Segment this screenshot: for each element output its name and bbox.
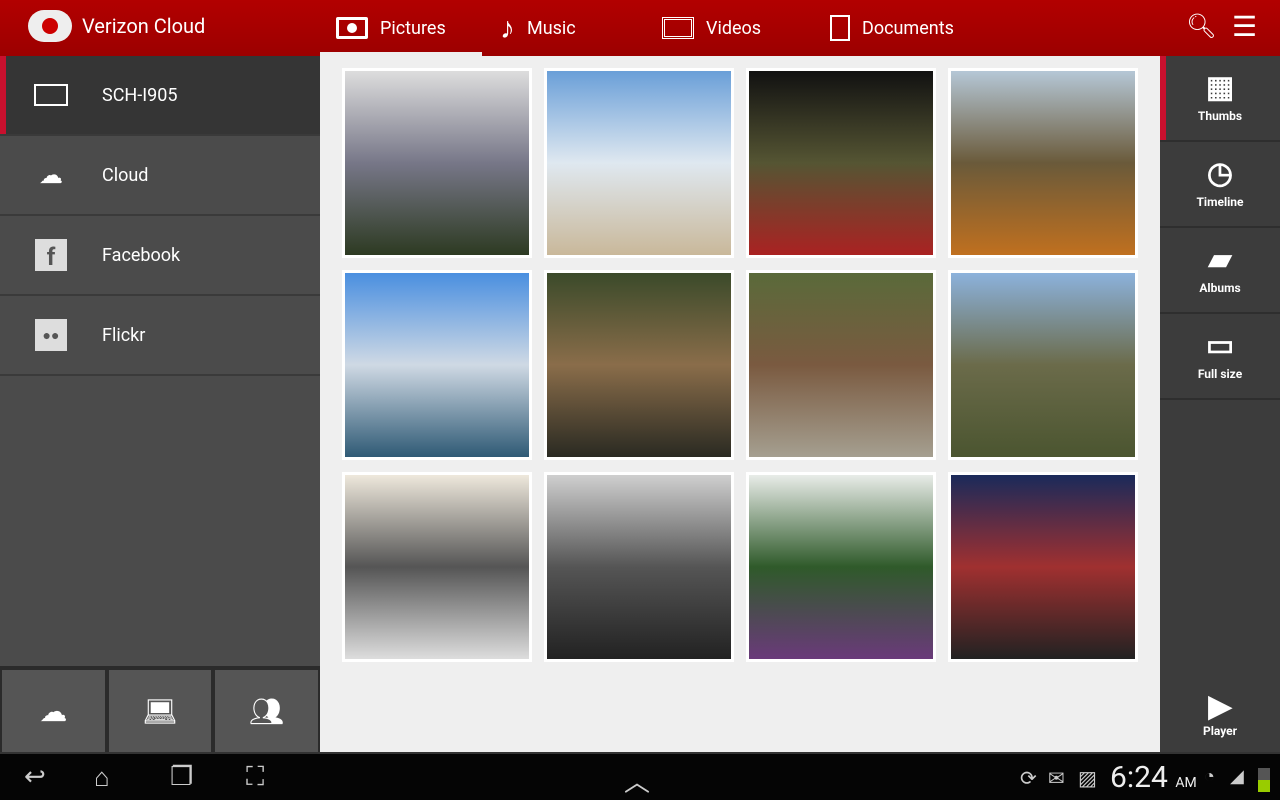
photo-thumbnail[interactable] <box>544 472 734 662</box>
albums-icon: ▰ <box>1208 242 1232 277</box>
battery-icon <box>1258 768 1270 792</box>
player-button[interactable]: ▶ Player <box>1160 689 1280 738</box>
clock: 6:24 AM <box>1110 760 1197 795</box>
photo-image <box>345 71 529 255</box>
view-label: Full size <box>1197 367 1243 381</box>
photo-image <box>749 71 933 255</box>
recent-apps-icon[interactable]: ❐ <box>170 762 193 792</box>
sidebar-item-label: Cloud <box>102 164 149 186</box>
photo-thumbnail[interactable] <box>342 472 532 662</box>
system-bar: ↩ ⌂ ❐ ⛶ ︿ ⟳ ✉ ▨ 6:24 AM ◔ ◢ <box>0 752 1280 800</box>
film-icon <box>662 17 694 39</box>
grid-icon: ▦ <box>1205 70 1235 105</box>
photo-thumbnail[interactable] <box>746 270 936 460</box>
photo-image <box>345 273 529 457</box>
sidebar-actions: ☁ 💻︎ 👥︎ <box>0 666 320 752</box>
sidebar-item-label: Facebook <box>102 244 181 266</box>
upload-button[interactable]: ☁ <box>2 670 105 752</box>
photo-image <box>547 475 731 659</box>
photo-image <box>749 273 933 457</box>
view-thumbs[interactable]: ▦ Thumbs <box>1160 56 1280 142</box>
photo-thumbnail[interactable] <box>746 68 936 258</box>
flickr-icon: ●● <box>0 319 102 351</box>
photo-image <box>547 273 731 457</box>
tablet-icon <box>0 84 102 106</box>
tab-music[interactable]: ♪ Music <box>484 0 592 56</box>
photo-image <box>951 71 1135 255</box>
gmail-icon: ✉ <box>1048 766 1065 790</box>
view-mode-rail: ▦ Thumbs ◷ Timeline ▰ Albums ▭ Full size ▶ Pl… <box>1160 56 1280 752</box>
photo-image <box>345 475 529 659</box>
view-label: Albums <box>1199 281 1241 295</box>
photo-thumbnail[interactable] <box>948 270 1138 460</box>
verizon-cloud-logo-icon <box>28 10 72 42</box>
view-albums[interactable]: ▰ Albums <box>1160 228 1280 314</box>
photo-grid <box>320 56 1160 752</box>
screenshot-icon[interactable]: ⛶ <box>246 762 264 793</box>
contacts-button[interactable]: 👥︎ <box>215 670 319 752</box>
computer-icon: 💻︎ <box>142 694 178 728</box>
fullsize-icon: ▭ <box>1205 328 1235 363</box>
clock-icon: ◷ <box>1206 156 1234 191</box>
photo-image <box>951 475 1135 659</box>
photo-thumbnail[interactable] <box>342 68 532 258</box>
view-full-size[interactable]: ▭ Full size <box>1160 314 1280 400</box>
tab-label: Music <box>527 17 576 39</box>
sidebar-item-flickr[interactable]: ●● Flickr <box>0 296 320 376</box>
app-title: Verizon Cloud <box>82 14 206 38</box>
home-icon[interactable]: ⌂ <box>94 762 110 793</box>
photo-image <box>547 71 731 255</box>
camera-icon <box>336 17 368 39</box>
view-timeline[interactable]: ◷ Timeline <box>1160 142 1280 228</box>
sidebar: SCH-I905 ☁ Cloud f Facebook ●● Flickr ☁ 💻︎ … <box>0 56 320 752</box>
upload-icon: ☁ <box>39 694 68 728</box>
cloud-icon: ☁ <box>39 161 63 189</box>
photo-thumbnail[interactable] <box>342 270 532 460</box>
view-label: Thumbs <box>1197 109 1243 123</box>
tab-label: Documents <box>862 17 954 39</box>
sidebar-item-cloud[interactable]: ☁ Cloud <box>0 136 320 216</box>
sidebar-item-label: SCH-I905 <box>102 84 178 106</box>
photo-thumbnail[interactable] <box>746 472 936 662</box>
player-label: Player <box>1202 724 1238 738</box>
view-label: Timeline <box>1196 195 1244 209</box>
search-icon[interactable]: 🔍︎ <box>1186 12 1216 40</box>
tab-videos[interactable]: Videos <box>646 0 777 56</box>
document-icon <box>830 15 850 41</box>
sidebar-item-device[interactable]: SCH-I905 <box>0 56 320 136</box>
tab-label: Videos <box>706 17 762 39</box>
signal-icon: ◢ <box>1230 766 1244 787</box>
sidebar-item-facebook[interactable]: f Facebook <box>0 216 320 296</box>
app-header: Verizon Cloud Pictures ♪ Music Videos Doc… <box>0 0 1280 56</box>
play-icon: ▶ <box>1208 689 1232 724</box>
chevron-up-icon[interactable]: ︿ <box>624 762 650 799</box>
photo-thumbnail[interactable] <box>948 472 1138 662</box>
clock-time: 6:24 <box>1110 760 1168 795</box>
tab-label: Pictures <box>380 17 446 39</box>
photo-thumbnail[interactable] <box>544 270 734 460</box>
photo-thumbnail[interactable] <box>948 68 1138 258</box>
back-icon[interactable]: ↩ <box>24 762 46 792</box>
app-brand[interactable]: Verizon Cloud <box>28 10 205 42</box>
tab-pictures[interactable]: Pictures <box>320 0 482 56</box>
facebook-icon: f <box>0 239 102 271</box>
photo-image <box>951 273 1135 457</box>
sync-icon: ⟳ <box>1020 766 1037 790</box>
computer-button[interactable]: 💻︎ <box>108 670 212 752</box>
photo-image <box>749 475 933 659</box>
wifi-icon: ◔ <box>1204 766 1215 787</box>
photo-thumbnail[interactable] <box>544 68 734 258</box>
music-note-icon: ♪ <box>500 10 515 46</box>
gallery-icon: ▨ <box>1078 766 1097 790</box>
menu-icon[interactable]: ☰ <box>1232 10 1257 43</box>
sidebar-item-label: Flickr <box>102 324 146 346</box>
clock-ampm: AM <box>1175 775 1197 791</box>
tab-documents[interactable]: Documents <box>814 0 970 56</box>
contacts-icon: 👥︎ <box>248 694 285 728</box>
